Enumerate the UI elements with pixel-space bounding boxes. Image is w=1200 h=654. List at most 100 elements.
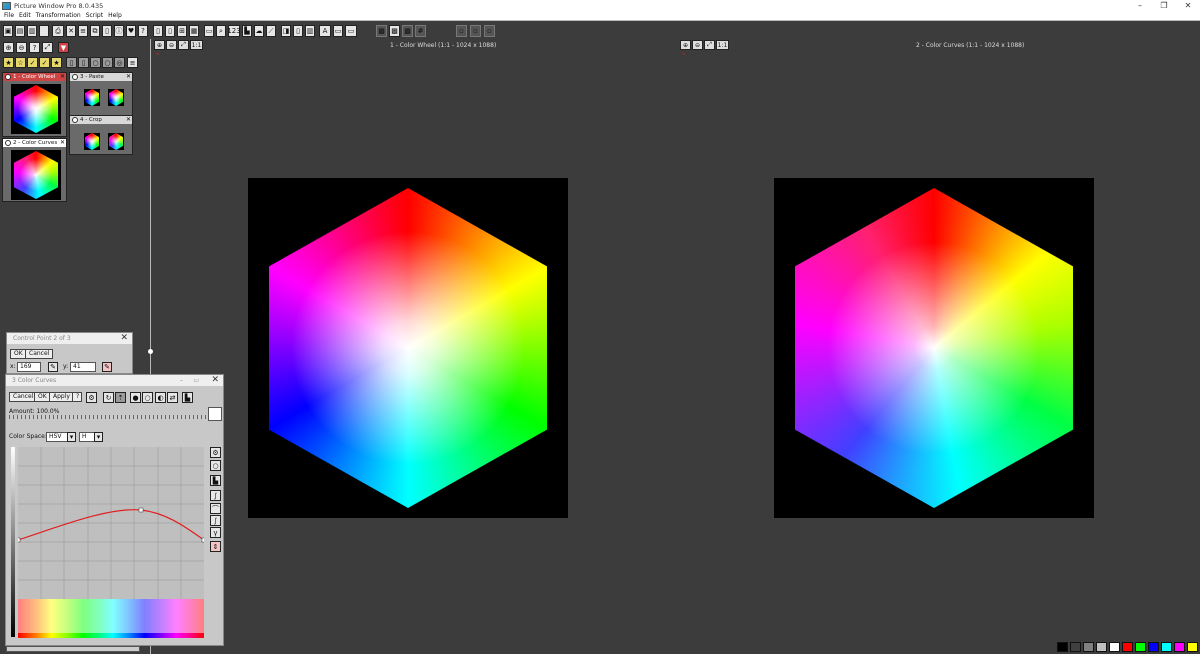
layout-single-icon[interactable]: ▯ bbox=[153, 25, 163, 37]
thumb-radio[interactable] bbox=[72, 117, 78, 123]
channel-select[interactable]: H bbox=[79, 432, 95, 442]
curve-gamma-icon[interactable]: γ bbox=[210, 527, 221, 538]
thumb-radio[interactable] bbox=[5, 140, 11, 146]
check-icon[interactable]: ✓ bbox=[27, 57, 38, 68]
swatch-white[interactable] bbox=[1109, 642, 1120, 652]
y-picker-icon[interactable]: ✎ bbox=[102, 362, 112, 372]
swatch-grey[interactable] bbox=[1083, 642, 1094, 652]
curves-help-button[interactable]: ? bbox=[72, 392, 82, 402]
menu-transformation[interactable]: Transformation bbox=[36, 12, 81, 19]
view1-zoom-out-icon[interactable]: ⊖ bbox=[166, 40, 177, 50]
curves-histogram-icon[interactable]: ▙ bbox=[182, 392, 193, 403]
cloud-icon[interactable]: ☁ bbox=[254, 25, 264, 37]
magnifier-icon[interactable]: ⌕ bbox=[216, 25, 226, 37]
curves-half-circle-icon[interactable]: ◐ bbox=[155, 392, 166, 403]
check-all-icon[interactable]: ✓ bbox=[39, 57, 50, 68]
restore-dialog-icon[interactable]: ▭ bbox=[193, 375, 199, 386]
curves-circle-outline-icon[interactable]: ○ bbox=[142, 392, 153, 403]
dropdown-icon[interactable]: ▼ bbox=[58, 42, 69, 53]
view2-zoom-in-icon[interactable]: ⊕ bbox=[680, 40, 691, 50]
amount-slider[interactable] bbox=[9, 415, 207, 419]
menu-help[interactable]: Help bbox=[108, 12, 122, 19]
swatch-yellow[interactable] bbox=[1187, 642, 1198, 652]
compare-icon[interactable]: ◨ bbox=[281, 25, 291, 37]
control-point-close-icon[interactable]: ✕ bbox=[120, 333, 128, 344]
flag-icon[interactable]: ★ bbox=[51, 57, 62, 68]
mask-icon[interactable]: ▥ bbox=[305, 25, 315, 37]
page-icon[interactable]: ▭ bbox=[204, 25, 214, 37]
view2-fit-icon[interactable]: ⤢ bbox=[704, 40, 715, 50]
swatch-blue[interactable] bbox=[1148, 642, 1159, 652]
zoom-out-icon[interactable]: ⊖ bbox=[16, 42, 27, 53]
thumb-paste[interactable]: 3 - Paste ✕ bbox=[69, 72, 133, 116]
view1-actual-size-button[interactable]: 1:1 bbox=[190, 40, 203, 50]
list-icon[interactable]: ≡ bbox=[78, 25, 88, 37]
histogram-icon[interactable]: ▙ bbox=[242, 25, 252, 37]
view1-fit-icon[interactable]: ⤢ bbox=[178, 40, 189, 50]
print-icon[interactable]: ⎙ bbox=[52, 25, 64, 37]
thumb-close-icon[interactable]: ✕ bbox=[126, 116, 131, 124]
curve-circle-icon[interactable]: ○ bbox=[210, 460, 221, 471]
y-value-field[interactable]: 41 bbox=[70, 362, 96, 372]
thumb-close-icon[interactable]: ✕ bbox=[60, 73, 65, 81]
color-curves-close-icon[interactable]: ✕ bbox=[211, 375, 219, 386]
curve-arc-icon[interactable]: ⌒ bbox=[210, 503, 221, 514]
brush-icon[interactable]: ⟋ bbox=[266, 25, 276, 37]
curve-reset-icon[interactable]: ⇕ bbox=[210, 541, 221, 552]
curve-svg[interactable] bbox=[18, 447, 204, 599]
checker-medium-icon[interactable]: ▩ bbox=[402, 25, 413, 37]
sidebar-help-icon[interactable]: ? bbox=[29, 42, 40, 53]
close-icon[interactable]: ✕ bbox=[1176, 0, 1200, 11]
blank-icon[interactable] bbox=[39, 25, 49, 37]
thumb-radio[interactable] bbox=[5, 74, 11, 80]
thumb-color-curves[interactable]: 2 - Color Curves ✕ bbox=[2, 138, 67, 202]
control-point-cancel-button[interactable]: Cancel bbox=[25, 349, 54, 359]
expand-icon[interactable]: ⤢ bbox=[42, 42, 53, 53]
curves-apply-button[interactable]: Apply bbox=[49, 392, 74, 402]
thumb-crop[interactable]: 4 - Crop ✕ bbox=[69, 115, 133, 155]
curve-sigmoid-icon[interactable]: ∫ bbox=[210, 515, 221, 526]
info-icon[interactable]: ⓘ bbox=[114, 25, 124, 37]
x-picker-icon[interactable]: ✎ bbox=[48, 362, 58, 372]
list-view-icon[interactable]: ≡ bbox=[127, 57, 138, 68]
window-icon[interactable]: ▯ bbox=[293, 25, 303, 37]
counter-icon[interactable]: 123 bbox=[227, 25, 241, 37]
thumb-close-icon[interactable]: ✕ bbox=[126, 73, 131, 81]
tile-vertical-icon[interactable]: ▭ bbox=[345, 25, 357, 37]
color-space-select[interactable]: HSV bbox=[46, 432, 68, 442]
swatch-black[interactable] bbox=[1057, 642, 1068, 652]
swatch-magenta[interactable] bbox=[1174, 642, 1185, 652]
copy-icon[interactable]: ⧉ bbox=[90, 25, 100, 37]
auto-icon[interactable]: A bbox=[319, 25, 331, 37]
help-icon[interactable]: ? bbox=[138, 25, 148, 37]
curves-refresh-icon[interactable]: ↻ bbox=[103, 392, 114, 403]
favorite-icon[interactable]: ♥ bbox=[126, 25, 136, 37]
star-outline-icon[interactable]: ☆ bbox=[15, 57, 26, 68]
swatch-green[interactable] bbox=[1135, 642, 1146, 652]
curves-swap-icon[interactable]: ⇄ bbox=[167, 392, 178, 403]
curve-settings-icon[interactable]: ⚙ bbox=[210, 447, 221, 458]
curve-histogram-icon[interactable]: ▙ bbox=[210, 475, 221, 486]
curves-settings-icon[interactable]: ⚙ bbox=[86, 392, 97, 403]
amount-swatch[interactable] bbox=[208, 407, 222, 421]
view1-zoom-in-icon[interactable]: ⊕ bbox=[154, 40, 165, 50]
checker-icon[interactable]: ▩ bbox=[376, 25, 387, 37]
checker-fine-icon[interactable]: ▩ bbox=[389, 25, 400, 37]
fullscreen-icon[interactable]: ▫ bbox=[456, 25, 467, 37]
view2-actual-size-button[interactable]: 1:1 bbox=[716, 40, 729, 50]
curve-s-shape-icon[interactable]: ∫ bbox=[210, 490, 221, 501]
screen-icon[interactable]: ▫ bbox=[470, 25, 481, 37]
menu-script[interactable]: Script bbox=[86, 12, 103, 19]
color-curves-canvas[interactable] bbox=[774, 178, 1094, 518]
monitor-icon[interactable]: ▫ bbox=[484, 25, 495, 37]
layout-quad-icon[interactable]: ▦ bbox=[189, 25, 199, 37]
swatch-dark-grey[interactable] bbox=[1070, 642, 1081, 652]
divider-handle[interactable] bbox=[148, 349, 153, 354]
swatch-cyan[interactable] bbox=[1161, 642, 1172, 652]
save-icon[interactable]: ▥ bbox=[27, 25, 37, 37]
channel-chevron-down-icon[interactable]: ▾ bbox=[94, 432, 103, 442]
minimize-dialog-icon[interactable]: – bbox=[180, 375, 183, 386]
maximize-icon[interactable]: ❐ bbox=[1152, 0, 1176, 11]
open-icon[interactable]: ▤ bbox=[15, 25, 25, 37]
new-icon[interactable]: ▣ bbox=[3, 25, 13, 37]
